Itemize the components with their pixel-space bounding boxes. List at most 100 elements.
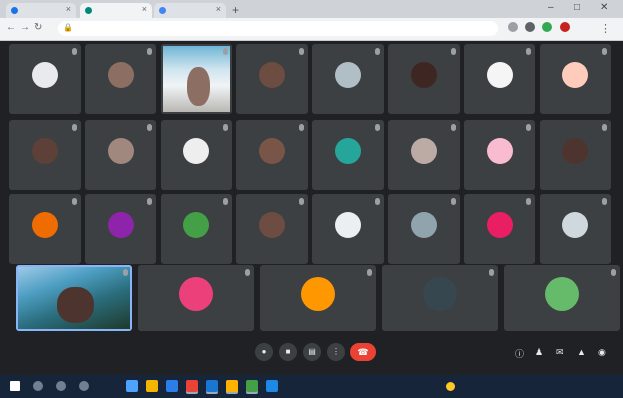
captions-button[interactable]: ▤ bbox=[303, 343, 321, 361]
chat-icon[interactable]: ✉ bbox=[556, 347, 564, 358]
close-tab-icon[interactable]: × bbox=[142, 4, 147, 14]
close-tab-icon[interactable]: × bbox=[66, 4, 71, 14]
participant-tile[interactable] bbox=[160, 194, 233, 264]
mic-muted-icon bbox=[602, 48, 608, 55]
mic-button[interactable]: ● bbox=[255, 343, 273, 361]
file-explorer-icon[interactable] bbox=[146, 380, 158, 392]
participant-tile[interactable] bbox=[16, 265, 132, 331]
app-icon[interactable] bbox=[266, 380, 278, 392]
tab-1[interactable]: × bbox=[80, 3, 152, 18]
star-icon[interactable] bbox=[508, 22, 518, 32]
leave-call-button[interactable]: ☎ bbox=[350, 343, 376, 361]
participant-video bbox=[162, 46, 231, 112]
video-face bbox=[186, 67, 210, 106]
os-taskbar bbox=[0, 375, 623, 398]
tab-0[interactable]: × bbox=[6, 3, 76, 18]
mic-icon: ● bbox=[261, 347, 267, 356]
participant-tile[interactable] bbox=[539, 44, 612, 114]
tab-2[interactable]: × bbox=[154, 3, 226, 18]
avatar bbox=[259, 138, 286, 164]
captions-icon: ▤ bbox=[308, 347, 316, 356]
mic-muted-icon bbox=[298, 198, 304, 205]
close-tab-icon[interactable]: × bbox=[216, 4, 221, 14]
mic-muted-icon bbox=[244, 269, 250, 276]
participant-tile[interactable] bbox=[312, 44, 384, 114]
mic-muted-icon bbox=[488, 269, 494, 276]
mic-muted-icon bbox=[71, 198, 77, 205]
mic-muted-icon bbox=[223, 124, 229, 131]
participant-tile[interactable] bbox=[160, 44, 233, 114]
task-view-icon[interactable] bbox=[56, 381, 66, 391]
participant-tile[interactable] bbox=[236, 120, 308, 190]
activities-icon[interactable]: ▲ bbox=[577, 347, 586, 357]
back-icon[interactable]: ← bbox=[6, 22, 16, 33]
avatar[interactable] bbox=[560, 22, 570, 32]
participant-tile[interactable] bbox=[138, 265, 254, 331]
mic-muted-icon bbox=[450, 124, 456, 131]
menu-icon[interactable]: ⋮ bbox=[600, 22, 611, 35]
mic-muted-icon bbox=[374, 124, 380, 131]
participant-tile[interactable] bbox=[9, 194, 81, 264]
avatar bbox=[300, 277, 335, 311]
avatar bbox=[183, 212, 210, 238]
participant-tile[interactable] bbox=[388, 44, 460, 114]
participant-tile[interactable] bbox=[84, 120, 157, 190]
address-bar[interactable]: 🔒 bbox=[58, 21, 498, 36]
avatar bbox=[410, 138, 437, 164]
participant-tile[interactable] bbox=[504, 265, 620, 331]
participant-tile[interactable] bbox=[312, 194, 384, 264]
mic-muted-icon bbox=[147, 198, 153, 205]
profile-icon[interactable] bbox=[542, 22, 552, 32]
mic-muted-icon bbox=[526, 48, 532, 55]
avatar bbox=[562, 138, 589, 164]
folder-icon[interactable] bbox=[226, 380, 238, 392]
search-icon[interactable] bbox=[33, 381, 43, 391]
maximize-button[interactable]: □ bbox=[574, 2, 580, 13]
avatar bbox=[562, 212, 589, 238]
people-icon[interactable]: ♟ bbox=[535, 347, 543, 358]
store-icon[interactable] bbox=[166, 380, 178, 392]
chrome-icon[interactable] bbox=[186, 380, 198, 392]
participant-tile[interactable] bbox=[312, 120, 384, 190]
participant-tile[interactable] bbox=[382, 265, 498, 331]
participant-tile[interactable] bbox=[388, 194, 460, 264]
new-tab-button[interactable]: + bbox=[232, 3, 239, 17]
camera-button[interactable]: ■ bbox=[279, 343, 297, 361]
avatar bbox=[410, 212, 437, 238]
widgets-icon[interactable] bbox=[79, 381, 89, 391]
word-icon[interactable] bbox=[206, 380, 218, 392]
participant-tile[interactable] bbox=[160, 120, 233, 190]
participant-tile[interactable] bbox=[463, 194, 536, 264]
info-icon[interactable]: ⓘ bbox=[515, 347, 524, 360]
weather-icon[interactable] bbox=[446, 382, 455, 391]
avatar bbox=[334, 62, 361, 88]
participant-tile[interactable] bbox=[9, 120, 81, 190]
reload-icon[interactable]: ↻ bbox=[34, 22, 42, 33]
participant-tile[interactable] bbox=[260, 265, 376, 331]
participant-tile[interactable] bbox=[463, 120, 536, 190]
participant-tile[interactable] bbox=[84, 194, 157, 264]
participant-tile[interactable] bbox=[236, 44, 308, 114]
participant-tile[interactable] bbox=[463, 44, 536, 114]
participant-tile[interactable] bbox=[84, 44, 157, 114]
mic-muted-icon bbox=[602, 124, 608, 131]
mic-muted-icon bbox=[71, 124, 77, 131]
participant-tile[interactable] bbox=[9, 44, 81, 114]
participant-tile[interactable] bbox=[388, 120, 460, 190]
participant-tile[interactable] bbox=[236, 194, 308, 264]
meet-icon[interactable] bbox=[246, 380, 258, 392]
forward-icon[interactable]: → bbox=[20, 22, 30, 33]
close-window-button[interactable]: ✕ bbox=[600, 2, 608, 13]
minimize-button[interactable]: – bbox=[548, 2, 554, 13]
participant-tile[interactable] bbox=[539, 194, 612, 264]
extension-icon[interactable] bbox=[525, 22, 535, 32]
participant-tile[interactable] bbox=[539, 120, 612, 190]
camera-icon: ■ bbox=[285, 347, 291, 356]
mic-muted-icon bbox=[602, 198, 608, 205]
more-options-button[interactable]: ⋮ bbox=[327, 343, 345, 361]
lock-icon[interactable]: ◉ bbox=[598, 347, 606, 358]
windows-icon[interactable] bbox=[10, 381, 20, 391]
edge-icon[interactable] bbox=[126, 380, 138, 392]
avatar bbox=[259, 62, 286, 88]
mic-muted-icon bbox=[223, 48, 229, 55]
